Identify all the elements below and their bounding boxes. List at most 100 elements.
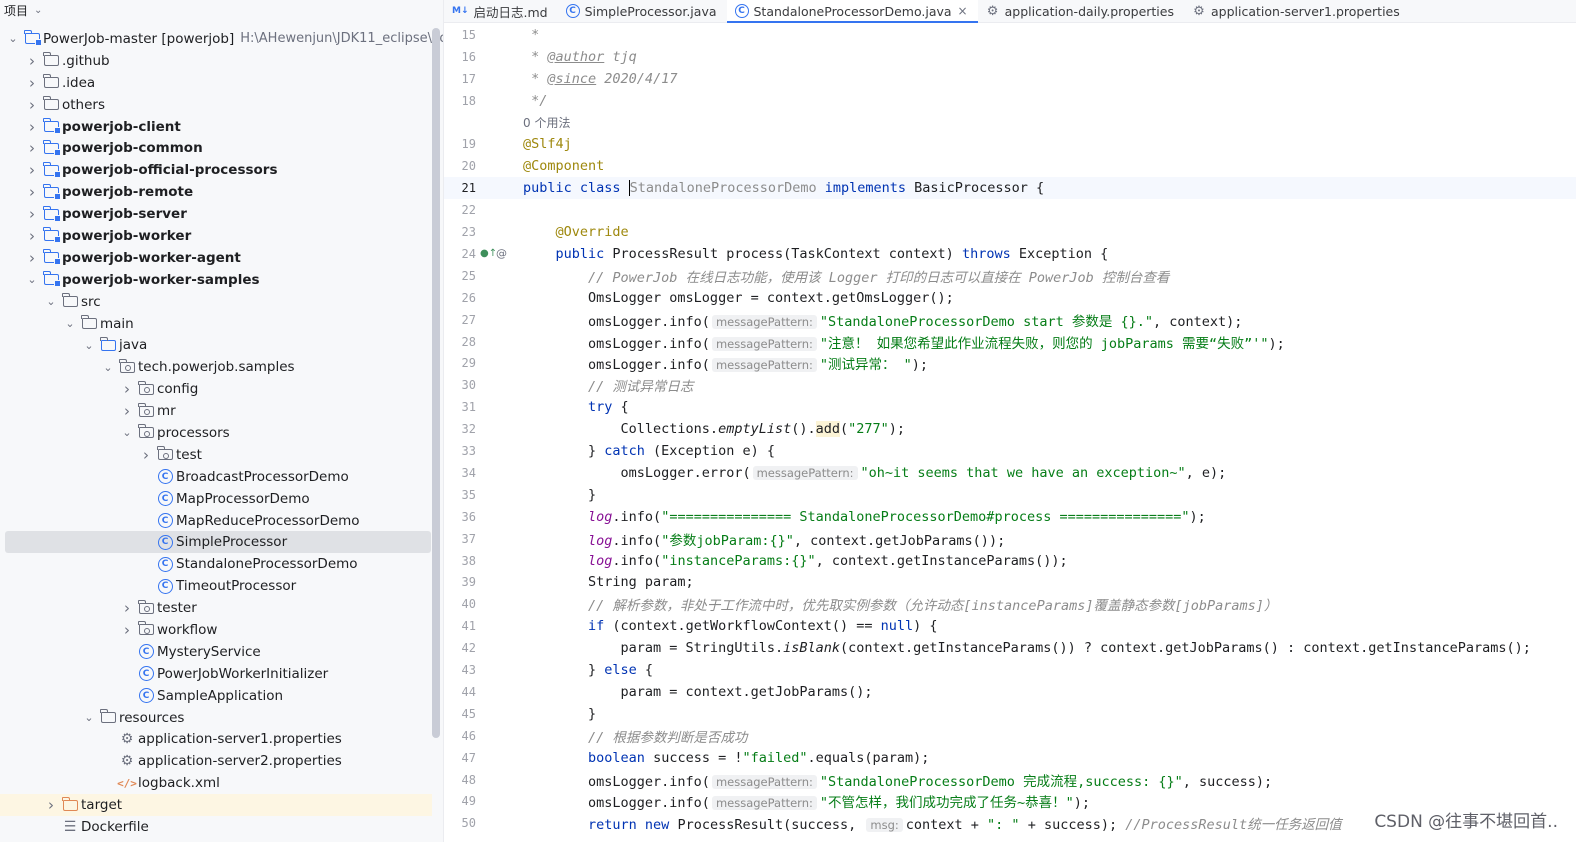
tree-item[interactable]: › .idea — [0, 72, 432, 94]
tree-item[interactable]: › mr — [0, 400, 432, 422]
chevron-right-icon[interactable]: › — [25, 118, 39, 136]
tree-item[interactable]: ⌄ PowerJob-master [powerjob] H:\AHewenjun\… — [0, 28, 443, 50]
chevron-down-icon[interactable]: ⌄ — [6, 32, 20, 46]
code-line[interactable]: 41 if (context.getWorkflowContext() == n… — [444, 615, 1576, 637]
code-line[interactable]: 16 * @author tjq — [444, 46, 1576, 68]
code-line[interactable]: 44 param = context.getJobParams(); — [444, 681, 1576, 703]
chevron-right-icon[interactable]: › — [44, 796, 58, 814]
chevron-down-icon[interactable]: ⌄ — [63, 317, 77, 331]
tree-item[interactable]: </> logback.xml — [0, 772, 432, 794]
tree-item[interactable]: ☰ Dockerfile — [0, 816, 432, 838]
code-line[interactable]: 21 public class StandaloneProcessorDemo i… — [444, 177, 1576, 200]
code-line[interactable]: 31 try { — [444, 396, 1576, 418]
chevron-right-icon[interactable]: › — [120, 599, 134, 617]
tree-item[interactable]: › powerjob-worker — [0, 225, 432, 247]
tree-item[interactable]: C MapProcessorDemo — [0, 488, 432, 510]
editor-tab[interactable]: C StandaloneProcessorDemo.java × — [726, 0, 978, 23]
code-line[interactable]: 38 log.info("instanceParams:{}", context… — [444, 550, 1576, 572]
tree-item[interactable]: ⌄ main — [0, 313, 432, 335]
code-line[interactable]: 42 param = StringUtils.isBlank(context.g… — [444, 637, 1576, 659]
code-line[interactable]: 36 log.info("=============== StandaloneP… — [444, 506, 1576, 528]
code-line[interactable]: 0 个用法 — [444, 112, 1576, 134]
tree-item[interactable]: ⌄ processors — [0, 422, 432, 444]
chevron-down-icon[interactable]: ⌄ — [44, 295, 58, 309]
code-line[interactable]: 46 // 根据参数判断是否成功 — [444, 725, 1576, 747]
tree-item[interactable]: ⌄ powerjob-worker-samples — [0, 269, 432, 291]
chevron-right-icon[interactable]: › — [120, 402, 134, 420]
tree-item[interactable]: C PowerJobWorkerInitializer — [0, 663, 432, 685]
code-line[interactable]: 40 // 解析参数，非处于工作流中时，优先取实例参数（允许动态[instanc… — [444, 593, 1576, 615]
chevron-right-icon[interactable]: › — [25, 96, 39, 114]
chevron-right-icon[interactable]: › — [25, 74, 39, 92]
implements-method-icon[interactable]: ●↑ — [480, 248, 497, 259]
chevron-right-icon[interactable]: › — [25, 249, 39, 267]
code-editor[interactable]: 15 * 16 * @author tjq 17 * @since 2020/4/1… — [444, 24, 1576, 842]
code-line[interactable]: 45 } — [444, 703, 1576, 725]
tree-item[interactable]: › powerjob-worker-agent — [0, 247, 432, 269]
chevron-right-icon[interactable]: › — [25, 227, 39, 245]
editor-tab[interactable]: ⚙ application-daily.properties — [978, 0, 1184, 22]
annotation-gutter-icon[interactable]: @ — [496, 247, 507, 260]
code-line[interactable]: 27 omsLogger.info(messagePattern: "Standa… — [444, 309, 1576, 331]
tree-item[interactable]: ⚙ application-server2.properties — [0, 750, 432, 772]
tree-item[interactable]: › powerjob-client — [0, 116, 432, 138]
code-line[interactable]: 19 @Slf4j — [444, 134, 1576, 156]
code-line[interactable]: 20 @Component — [444, 155, 1576, 177]
tree-item[interactable]: C StandaloneProcessorDemo — [0, 553, 432, 575]
tree-item[interactable]: › powerjob-official-processors — [0, 159, 432, 181]
tree-item[interactable]: ⌄ src — [0, 291, 432, 313]
code-line[interactable]: 15 * — [444, 24, 1576, 46]
tree-item[interactable]: ⚙ application-server1.properties — [0, 729, 432, 751]
tree-item[interactable]: ⌄ java — [0, 334, 432, 356]
tree-item[interactable]: C TimeoutProcessor — [0, 575, 432, 597]
chevron-down-icon[interactable]: ⌄ — [82, 711, 96, 725]
chevron-down-icon[interactable]: ⌄ — [82, 338, 96, 352]
tree-item[interactable]: C BroadcastProcessorDemo — [0, 466, 432, 488]
code-line[interactable]: 25 // PowerJob 在线日志功能，使用该 Logger 打印的日志可以… — [444, 265, 1576, 287]
editor-tab[interactable]: C SimpleProcessor.java — [558, 0, 727, 22]
chevron-right-icon[interactable]: › — [25, 139, 39, 157]
chevron-right-icon[interactable]: › — [25, 161, 39, 179]
tree-item[interactable]: › .github — [0, 50, 432, 72]
code-line[interactable]: 39 String param; — [444, 572, 1576, 594]
code-line[interactable]: 35 } — [444, 484, 1576, 506]
tree-item[interactable]: C SampleApplication — [0, 685, 432, 707]
code-line[interactable]: 22 — [444, 199, 1576, 221]
chevron-down-icon[interactable]: ⌄ — [101, 360, 115, 374]
code-line[interactable]: 29 omsLogger.info(messagePattern: "测试异常： … — [444, 353, 1576, 375]
chevron-right-icon[interactable]: › — [25, 183, 39, 201]
chevron-right-icon[interactable]: › — [25, 52, 39, 70]
chevron-right-icon[interactable]: › — [120, 621, 134, 639]
code-line[interactable]: 32 Collections.emptyList().add("277"); — [444, 418, 1576, 440]
code-line[interactable]: 30 // 测试异常日志 — [444, 374, 1576, 396]
chevron-down-icon[interactable]: ⌄ — [25, 273, 39, 287]
tree-item[interactable]: › config — [0, 378, 432, 400]
code-line[interactable]: 33 } catch (Exception e) { — [444, 440, 1576, 462]
tree-item[interactable]: › tester — [0, 597, 432, 619]
tree-item[interactable]: › powerjob-server — [0, 203, 432, 225]
tree-item[interactable]: › powerjob-common — [0, 137, 432, 159]
code-line[interactable]: 26 OmsLogger omsLogger = context.getOmsL… — [444, 287, 1576, 309]
tree-item[interactable]: › workflow — [0, 619, 432, 641]
close-icon[interactable]: × — [958, 4, 968, 18]
tree-item[interactable]: C MysteryService — [0, 641, 432, 663]
chevron-right-icon[interactable]: › — [120, 380, 134, 398]
code-line[interactable]: 43 } else { — [444, 659, 1576, 681]
code-line[interactable]: 34 omsLogger.error(messagePattern: "oh~it… — [444, 462, 1576, 484]
code-line[interactable]: 48 omsLogger.info(messagePattern: "Standa… — [444, 769, 1576, 791]
usages-hint[interactable]: 0 个用法 — [523, 114, 570, 131]
tree-item[interactable]: › target — [0, 794, 432, 817]
tree-item[interactable]: › others — [0, 94, 432, 116]
chevron-right-icon[interactable]: › — [25, 205, 39, 223]
editor-tab[interactable]: ⚙ application-server1.properties — [1184, 0, 1410, 22]
code-line[interactable]: 28 omsLogger.info(messagePattern: "注意！ 如果… — [444, 331, 1576, 353]
tree-item[interactable]: ⌄ tech.powerjob.samples — [0, 356, 432, 378]
code-line[interactable]: 47 boolean success = !"failed".equals(pa… — [444, 747, 1576, 769]
tree-item[interactable]: C MapReduceProcessorDemo — [0, 510, 432, 532]
code-line[interactable]: 37 log.info("参数jobParam:{}", context.get… — [444, 528, 1576, 550]
code-line[interactable]: 24 ●↑ @ public ProcessResult process(TaskC… — [444, 243, 1576, 265]
tree-item[interactable]: ⌄ resources — [0, 707, 432, 729]
tree-item[interactable]: › powerjob-remote — [0, 181, 432, 203]
code-line[interactable]: 23 @Override — [444, 221, 1576, 243]
chevron-right-icon[interactable]: › — [139, 446, 153, 464]
